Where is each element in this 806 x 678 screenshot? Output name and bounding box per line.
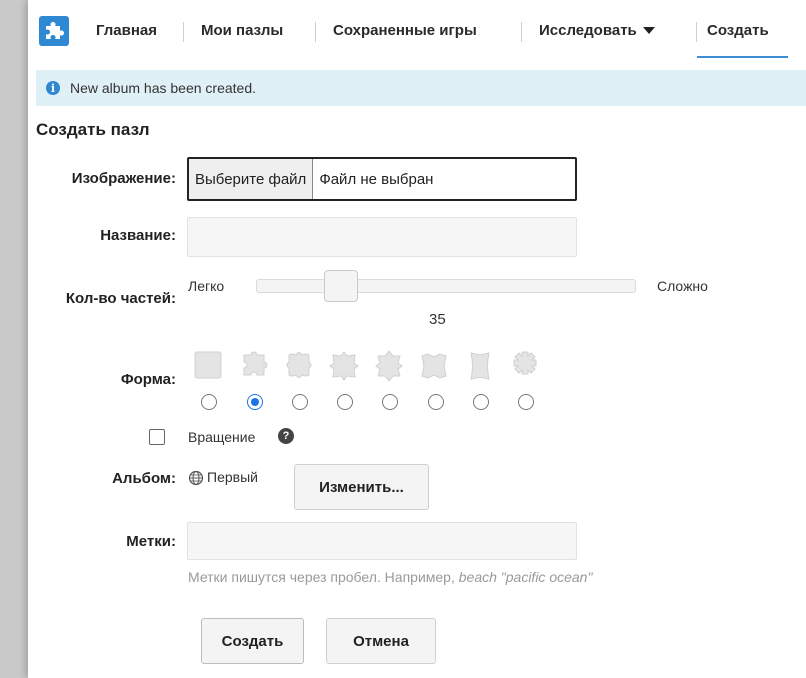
image-file-input[interactable]: Выберите файл Файл не выбран	[187, 157, 577, 201]
tags-label: Метки:	[126, 533, 176, 550]
shape-gear-icon	[513, 351, 537, 375]
shape-radio-star[interactable]	[382, 394, 398, 410]
shape-radio-classic[interactable]	[247, 394, 263, 410]
page-title: Создать пазл	[36, 120, 150, 139]
tags-hint-example: beach "pacific ocean"	[458, 569, 593, 585]
puzzle-logo-icon[interactable]	[39, 16, 69, 46]
globe-icon	[188, 470, 204, 486]
nav-divider	[521, 22, 522, 42]
shape-radio-gear[interactable]	[518, 394, 534, 410]
nav-explore-label: Исследовать	[539, 22, 637, 39]
nav-divider	[315, 22, 316, 42]
rotation-label[interactable]: Вращение	[188, 429, 255, 445]
name-input[interactable]	[187, 217, 577, 257]
create-button[interactable]: Создать	[201, 618, 304, 664]
pieces-slider-handle[interactable]	[324, 270, 358, 302]
nav-my-puzzles[interactable]: Мои пазлы	[201, 0, 283, 62]
name-label: Название:	[100, 227, 176, 244]
shape-square-icon	[194, 351, 222, 379]
slider-max-label: Сложно	[657, 278, 708, 294]
nav-saved-games[interactable]: Сохраненные игры	[333, 0, 477, 62]
shape-rounded-icon	[286, 352, 312, 378]
shape-radio-puzzle[interactable]	[428, 394, 444, 410]
change-album-button[interactable]: Изменить...	[294, 464, 429, 510]
main-card: Главная Мои пазлы Сохраненные игры Иссле…	[28, 0, 806, 678]
album-label: Альбом:	[112, 470, 176, 487]
help-icon[interactable]: ?	[278, 428, 294, 444]
shape-puzzle-icon	[421, 353, 447, 379]
info-alert: i New album has been created.	[36, 70, 806, 106]
nav-explore[interactable]: Исследовать	[539, 0, 655, 62]
nav-divider	[696, 22, 697, 42]
shape-radio-wave[interactable]	[473, 394, 489, 410]
image-label: Изображение:	[71, 170, 176, 187]
album-name: Первый	[207, 469, 258, 485]
tags-hint-text: Метки пишутся через пробел. Например,	[188, 569, 455, 585]
shape-flat-icon	[329, 351, 359, 381]
nav-home[interactable]: Главная	[96, 0, 157, 62]
tags-input[interactable]	[187, 522, 577, 560]
shape-radio-square[interactable]	[201, 394, 217, 410]
top-nav: Главная Мои пазлы Сохраненные игры Иссле…	[28, 0, 806, 62]
nav-divider	[183, 22, 184, 42]
shape-star-icon	[375, 350, 403, 382]
shape-wave-icon	[470, 352, 490, 380]
shape-label: Форма:	[120, 371, 176, 388]
shape-radio-flat[interactable]	[337, 394, 353, 410]
shape-radio-rounded[interactable]	[292, 394, 308, 410]
rotation-checkbox[interactable]	[149, 429, 165, 445]
choose-file-button[interactable]: Выберите файл	[189, 159, 314, 199]
info-icon: i	[46, 81, 60, 95]
pieces-label: Кол-во частей:	[65, 290, 176, 307]
tags-hint: Метки пишутся через пробел. Например, be…	[188, 569, 592, 585]
shape-classic-icon	[243, 351, 268, 376]
cancel-button[interactable]: Отмена	[326, 618, 436, 664]
pieces-value: 35	[429, 311, 446, 328]
nav-create[interactable]: Создать	[707, 0, 769, 62]
file-status: Файл не выбран	[319, 170, 434, 188]
nav-active-indicator	[697, 56, 788, 58]
alert-message: New album has been created.	[70, 80, 256, 96]
caret-down-icon	[642, 26, 655, 34]
pieces-slider-track[interactable]	[256, 279, 636, 293]
slider-min-label: Легко	[188, 278, 225, 294]
